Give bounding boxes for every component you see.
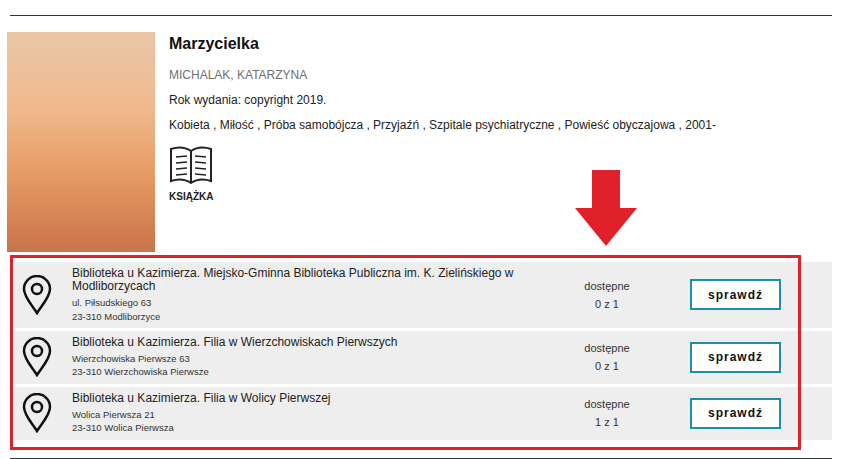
book-title[interactable]: Marzycielka: [169, 35, 716, 53]
highlight-frame: [10, 255, 801, 450]
library-row: Biblioteka u Kazimierza. Filia w Wierzch…: [14, 331, 832, 384]
top-divider: [10, 15, 832, 16]
check-button[interactable]: sprawdź: [690, 342, 781, 373]
book-author[interactable]: MICHALAK, KATARZYNA: [169, 68, 716, 82]
library-info: Biblioteka u Kazimierza. Miejsko-Gminna …: [72, 267, 562, 323]
library-city: 23-310 Wolica Pierwsza: [72, 421, 562, 434]
availability-count: 1 z 1: [595, 416, 619, 428]
library-info: Biblioteka u Kazimierza. Filia w Wierzch…: [72, 336, 562, 379]
book-subjects[interactable]: Kobieta , Miłość , Próba samobójcza , Pr…: [169, 118, 716, 132]
location-pin-icon: [22, 393, 52, 433]
availability: dostępne 0 z 1: [562, 280, 652, 310]
bottom-divider: [10, 458, 832, 459]
library-row: Biblioteka u Kazimierza. Filia w Wolicy …: [14, 387, 832, 440]
library-city: 23-310 Wierzchowiska Pierwsze: [72, 365, 562, 378]
availability: dostępne 0 z 1: [562, 342, 652, 372]
availability-count: 0 z 1: [595, 360, 619, 372]
availability-status: dostępne: [584, 342, 629, 354]
library-street: ul. Piłsudskiego 63: [72, 296, 562, 309]
library-city: 23-310 Modliborzyce: [72, 310, 562, 323]
library-name: Biblioteka u Kazimierza. Filia w Wolicy …: [72, 392, 542, 405]
location-pin-icon: [22, 337, 52, 377]
book-info: Marzycielka MICHALAK, KATARZYNA Rok wydani…: [169, 32, 716, 252]
library-street: Wierzchowiska Pierwsze 63: [72, 352, 562, 365]
availability: dostępne 1 z 1: [562, 398, 652, 428]
check-button[interactable]: sprawdź: [690, 279, 781, 310]
book-record: Marzycielka MICHALAK, KATARZYNA Rok wydani…: [7, 32, 853, 252]
page: Marzycielka MICHALAK, KATARZYNA Rok wydani…: [0, 0, 853, 459]
library-street: Wolica Pierwsza 21: [72, 408, 562, 421]
library-list: Biblioteka u Kazimierza. Miejsko-Gminna …: [14, 262, 832, 440]
library-info: Biblioteka u Kazimierza. Filia w Wolicy …: [72, 392, 562, 435]
pin-box: [22, 337, 52, 377]
book-year: Rok wydania: copyright 2019.: [169, 93, 716, 107]
check-button[interactable]: sprawdź: [690, 398, 781, 429]
library-row: Biblioteka u Kazimierza. Miejsko-Gminna …: [14, 262, 832, 328]
library-name: Biblioteka u Kazimierza. Miejsko-Gminna …: [72, 267, 542, 293]
availability-count: 0 z 1: [595, 298, 619, 310]
book-cover[interactable]: [7, 32, 155, 252]
book-format: KSIĄŻKA: [169, 145, 716, 202]
pin-box: [22, 393, 52, 433]
availability-status: dostępne: [584, 398, 629, 410]
availability-status: dostępne: [584, 280, 629, 292]
format-label: KSIĄŻKA: [169, 191, 213, 202]
book-icon: [169, 145, 213, 185]
library-name: Biblioteka u Kazimierza. Filia w Wierzch…: [72, 336, 542, 349]
location-pin-icon: [22, 275, 52, 315]
pin-box: [22, 275, 52, 315]
down-arrow-icon: [575, 170, 637, 246]
